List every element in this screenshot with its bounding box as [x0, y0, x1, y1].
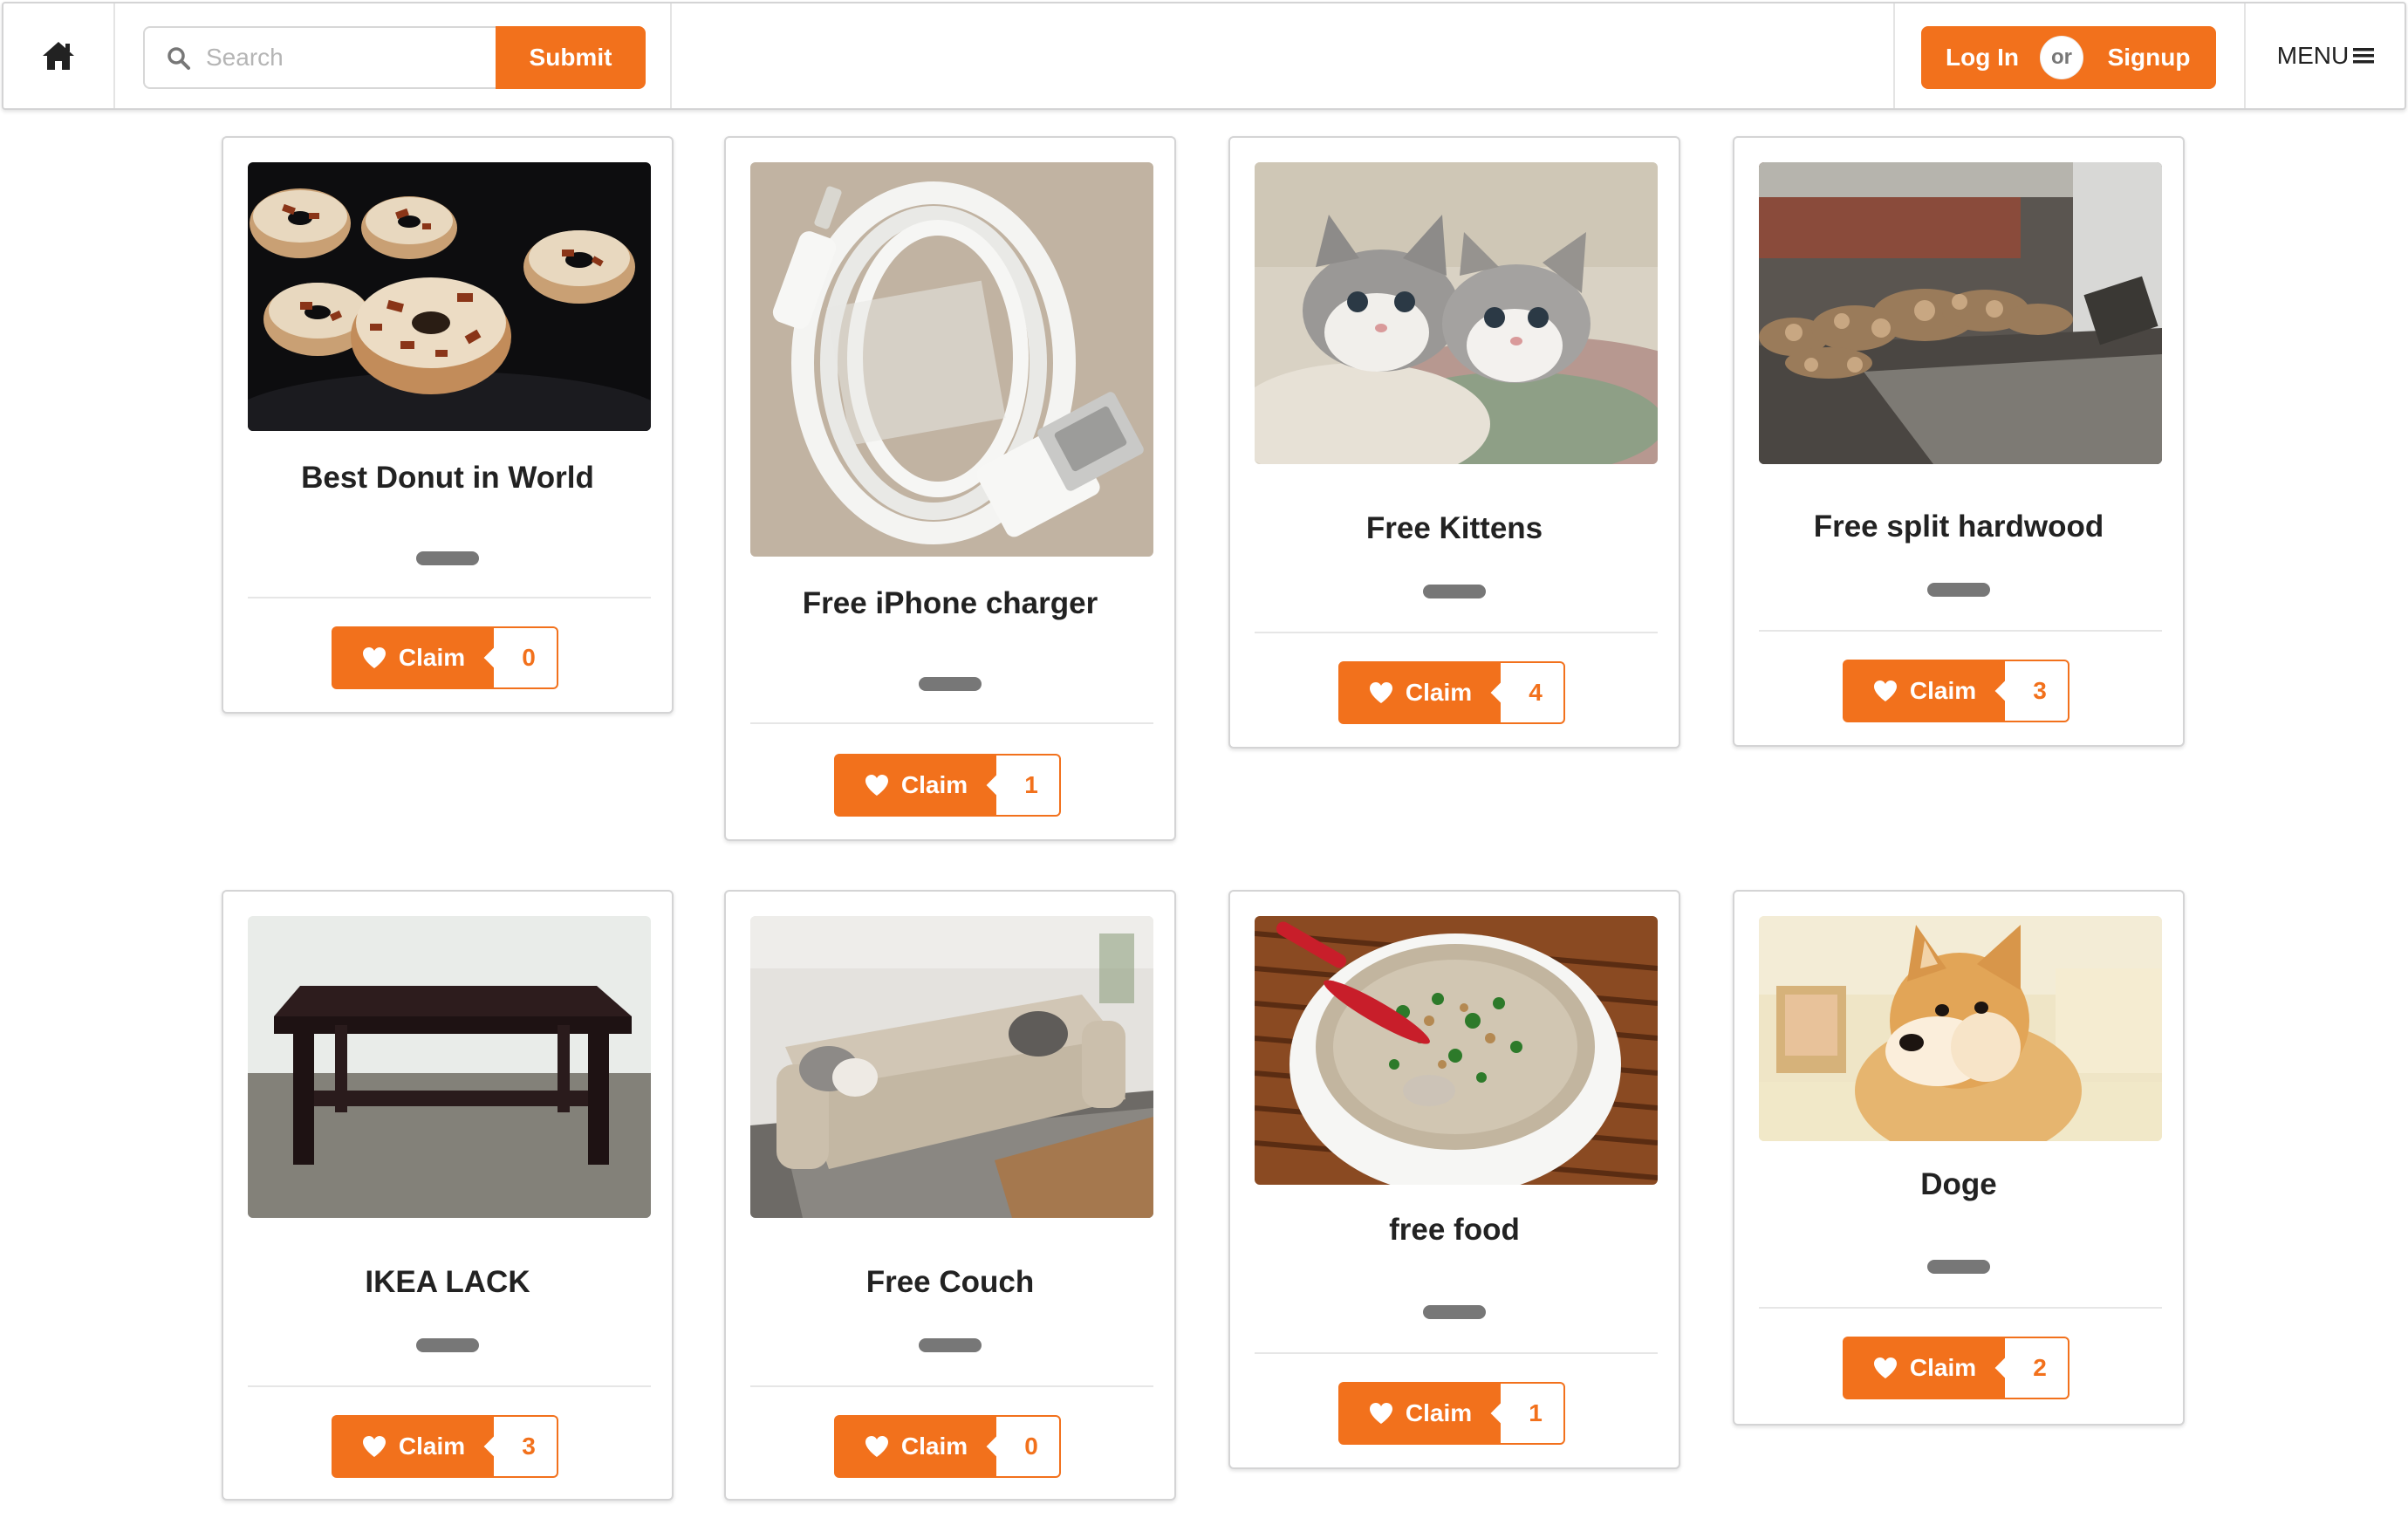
claim-control[interactable]: Claim 3: [332, 1415, 558, 1478]
donut-photo: [248, 162, 651, 431]
top-navigation-bar: Search Submit Log In Signup or MENU: [2, 2, 2406, 110]
heart-icon: [1369, 1403, 1392, 1424]
item-image[interactable]: [1759, 162, 2162, 464]
table-photo: [248, 916, 651, 1218]
category-tag: [1927, 583, 1990, 597]
food-photo: [1255, 916, 1658, 1185]
claim-label: Claim: [900, 1433, 968, 1460]
menu-button[interactable]: MENU: [2246, 3, 2406, 108]
claim-control[interactable]: Claim 1: [1338, 1382, 1565, 1445]
item-title[interactable]: Free Kittens: [1230, 511, 1679, 546]
heart-icon: [362, 1436, 386, 1457]
category-tag: [416, 551, 479, 565]
kittens-photo: [1255, 162, 1658, 464]
claim-control[interactable]: Claim 2: [1843, 1337, 2069, 1399]
item-card: free food Claim 1: [1228, 890, 1680, 1469]
heart-icon: [865, 775, 888, 796]
item-image[interactable]: [248, 162, 651, 431]
item-card: IKEA LACK Claim 3: [222, 890, 674, 1501]
divider: [670, 3, 672, 108]
search-input[interactable]: Search: [143, 26, 497, 89]
item-title[interactable]: Free split hardwood: [1734, 509, 2183, 544]
item-title[interactable]: Best Donut in World: [223, 461, 672, 496]
claim-button[interactable]: Claim: [1338, 1382, 1502, 1445]
item-image[interactable]: [248, 916, 651, 1218]
claim-button[interactable]: Claim: [1843, 660, 2007, 722]
item-card: Free split hardwood Claim 3: [1733, 136, 2185, 747]
search-placeholder: Search: [206, 44, 284, 71]
item-image[interactable]: [1255, 916, 1658, 1185]
category-tag: [919, 677, 982, 691]
divider: [248, 1385, 651, 1387]
claim-label: Claim: [1909, 1354, 1977, 1381]
search-icon: [168, 47, 190, 70]
divider: [1759, 1307, 2162, 1309]
claim-control[interactable]: Claim 0: [834, 1415, 1061, 1478]
claim-button[interactable]: Claim: [332, 626, 496, 689]
claim-button[interactable]: Claim: [834, 754, 998, 817]
claim-control[interactable]: Claim 0: [332, 626, 558, 689]
divider: [1255, 632, 1658, 633]
claim-label: Claim: [1405, 679, 1473, 706]
couch-photo: [750, 916, 1153, 1218]
item-image[interactable]: [1255, 162, 1658, 464]
submit-button[interactable]: Submit: [496, 26, 646, 89]
item-card: Free iPhone charger Claim 1: [724, 136, 1176, 841]
item-title[interactable]: Free iPhone charger: [726, 586, 1174, 621]
item-card: Doge Claim 2: [1733, 890, 2185, 1426]
claim-label: Claim: [1405, 1399, 1473, 1426]
charger-photo: [750, 162, 1153, 557]
heart-icon: [1873, 1357, 1897, 1378]
item-image[interactable]: [750, 162, 1153, 557]
claim-control[interactable]: Claim 1: [834, 754, 1061, 817]
divider: [750, 722, 1153, 724]
item-card: Free Couch Claim 0: [724, 890, 1176, 1501]
claim-button[interactable]: Claim: [1338, 661, 1502, 724]
claim-button[interactable]: Claim: [332, 1415, 496, 1478]
home-button[interactable]: [3, 3, 113, 108]
heart-icon: [362, 647, 386, 668]
or-separator: or: [2041, 37, 2083, 79]
item-image[interactable]: [1759, 916, 2162, 1141]
item-title[interactable]: IKEA LACK: [223, 1265, 672, 1300]
divider: [1255, 1352, 1658, 1354]
hamburger-icon: [2353, 48, 2375, 64]
item-card: Best Donut in World Claim 0: [222, 136, 674, 714]
divider: [750, 1385, 1153, 1387]
claim-label: Claim: [398, 1433, 466, 1460]
category-tag: [919, 1338, 982, 1352]
claim-button[interactable]: Claim: [1843, 1337, 2007, 1399]
item-image[interactable]: [750, 916, 1153, 1218]
item-title[interactable]: Doge: [1734, 1167, 2183, 1202]
claim-control[interactable]: Claim 3: [1843, 660, 2069, 722]
menu-label: MENU: [2276, 42, 2350, 69]
claim-label: Claim: [900, 771, 968, 798]
hardwood-photo: [1759, 162, 2162, 464]
doge-photo: [1759, 916, 2162, 1141]
heart-icon: [865, 1436, 888, 1457]
category-tag: [1423, 585, 1486, 598]
claim-control[interactable]: Claim 4: [1338, 661, 1565, 724]
claim-button[interactable]: Claim: [834, 1415, 998, 1478]
category-tag: [1927, 1260, 1990, 1274]
home-icon: [43, 42, 74, 70]
category-tag: [416, 1338, 479, 1352]
divider: [1759, 630, 2162, 632]
signup-button[interactable]: Signup: [2063, 26, 2216, 89]
category-tag: [1423, 1305, 1486, 1319]
heart-icon: [1369, 682, 1392, 703]
item-card: Free Kittens Claim 4: [1228, 136, 1680, 749]
heart-icon: [1873, 680, 1897, 701]
claim-label: Claim: [1909, 677, 1977, 704]
divider: [113, 3, 115, 108]
divider: [248, 597, 651, 598]
claim-label: Claim: [398, 644, 466, 671]
divider: [1893, 3, 1895, 108]
item-title[interactable]: free food: [1230, 1213, 1679, 1248]
item-title[interactable]: Free Couch: [726, 1265, 1174, 1300]
